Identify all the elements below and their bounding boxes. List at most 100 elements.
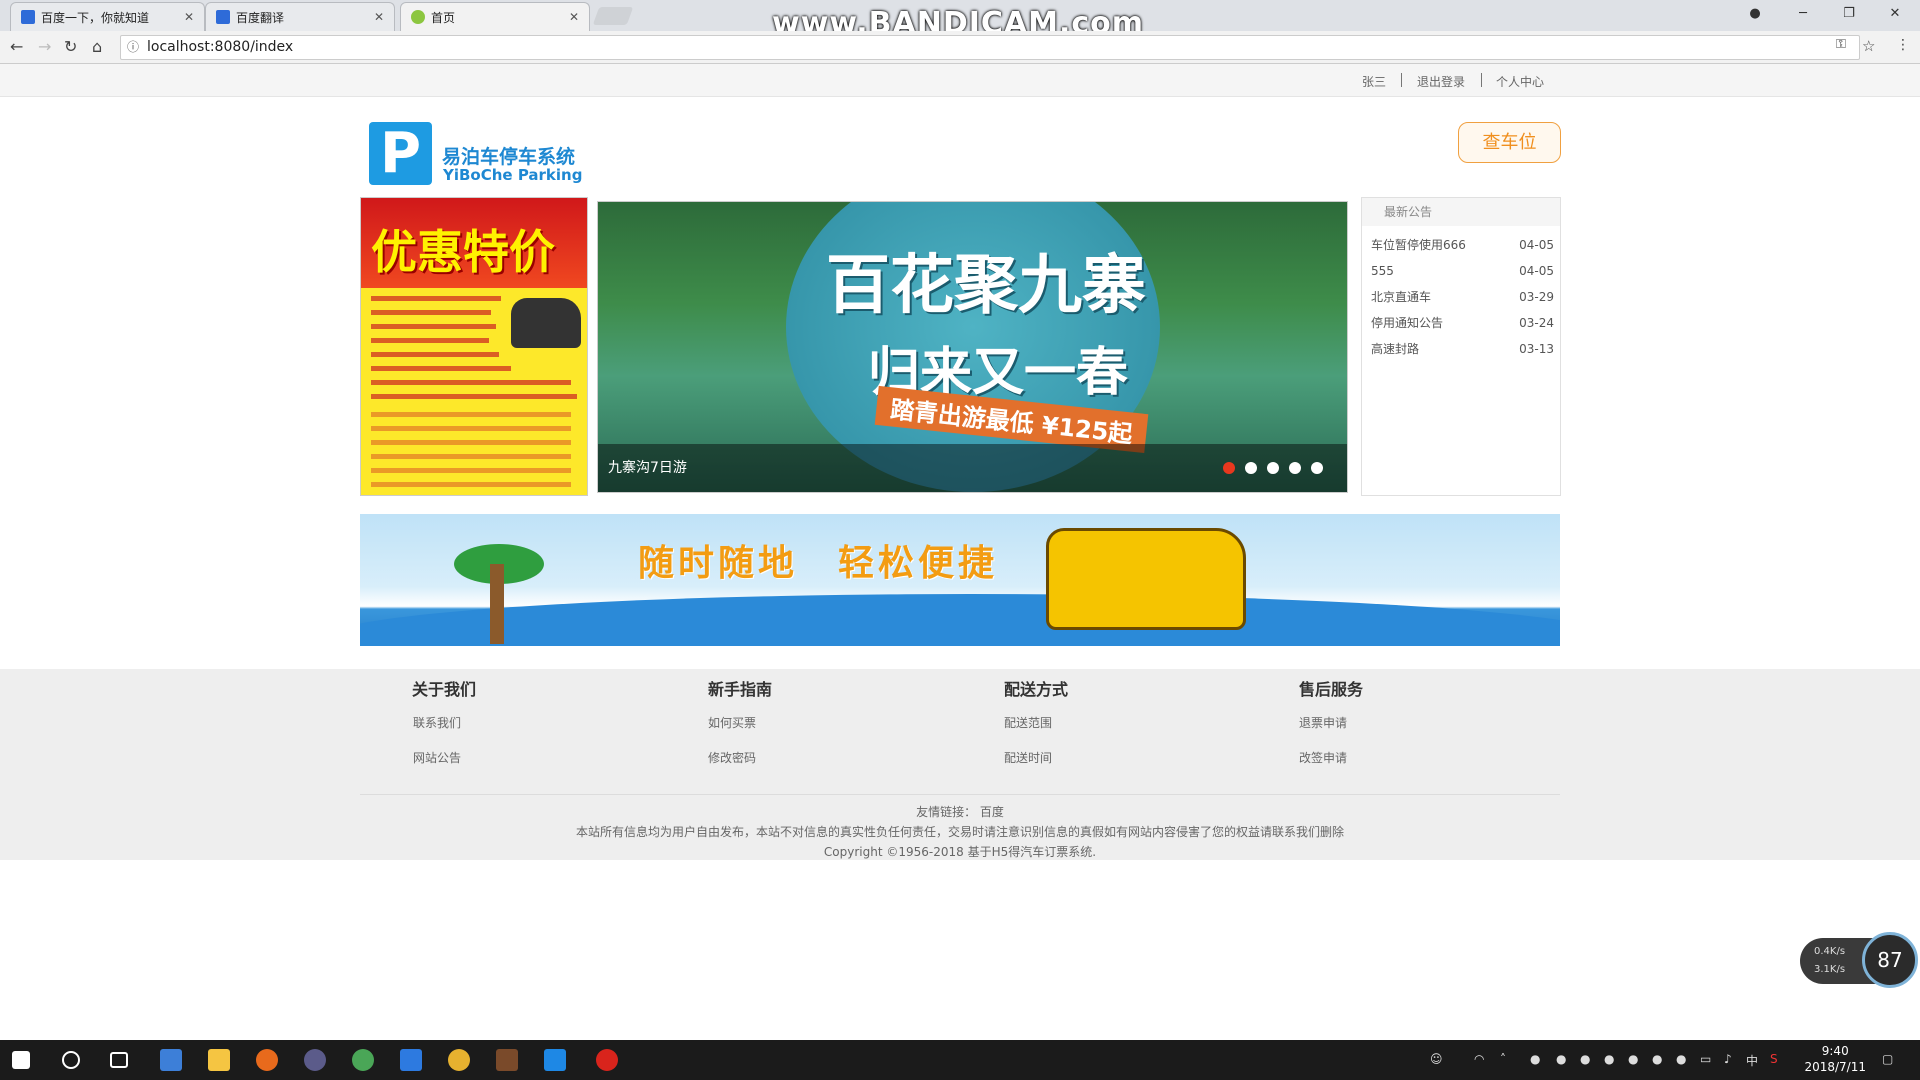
- notice-date: 04-05: [1519, 238, 1554, 252]
- reload-icon[interactable]: ↻: [64, 37, 77, 56]
- promo-text-line: [371, 352, 499, 357]
- browser-tab-home[interactable]: 首页 ✕: [400, 2, 590, 31]
- footer-link-announcement[interactable]: 网站公告: [413, 749, 461, 766]
- bookmark-star-icon[interactable]: ☆: [1862, 37, 1875, 55]
- qq-icon[interactable]: ●: [1530, 1052, 1540, 1066]
- footer-column-delivery: 配送方式: [1004, 676, 1068, 700]
- url-input[interactable]: ⓘ localhost:8080/index: [120, 35, 1860, 60]
- wifi-icon[interactable]: ◠: [1474, 1052, 1484, 1066]
- profile-icon[interactable]: ●: [1732, 0, 1778, 27]
- promo-title: 优惠特价: [371, 225, 555, 279]
- restore-icon[interactable]: ❐: [1826, 0, 1872, 27]
- carousel-dot[interactable]: [1245, 462, 1257, 474]
- system-clock[interactable]: 9:40 2018/7/11: [1804, 1043, 1866, 1075]
- carousel-dot[interactable]: [1267, 462, 1279, 474]
- footer-link-delivery-range[interactable]: 配送范围: [1004, 714, 1052, 731]
- leaf-favicon-icon: [411, 10, 425, 24]
- notice-item[interactable]: 停用通知公告 03-24: [1362, 310, 1560, 336]
- bandicam-record-icon[interactable]: [596, 1049, 618, 1071]
- notice-item[interactable]: 高速封路 03-13: [1362, 336, 1560, 362]
- notification-icon[interactable]: ▢: [1882, 1052, 1893, 1066]
- writer-icon[interactable]: [544, 1049, 566, 1071]
- image-carousel[interactable]: 百花聚九寨 归来又一春 踏青出游最低 ¥125起 九寨沟7日游: [597, 201, 1348, 493]
- notice-item[interactable]: 车位暂停使用666 04-05: [1362, 232, 1560, 258]
- browser-tab-strip: 百度一下，你就知道 ✕ 百度翻译 ✕ 首页 ✕ www.BANDICAM.com…: [0, 0, 1920, 41]
- promo-poster[interactable]: 优惠特价: [360, 197, 588, 496]
- tray-app-icon[interactable]: ●: [1556, 1052, 1566, 1066]
- carousel-indicators: [1223, 462, 1323, 474]
- footer-link-delivery-time[interactable]: 配送时间: [1004, 749, 1052, 766]
- sogou-icon[interactable]: S: [1770, 1052, 1778, 1066]
- notice-item[interactable]: 北京直通车 03-29: [1362, 284, 1560, 310]
- home-icon[interactable]: ⌂: [92, 37, 102, 56]
- app-icon[interactable]: [496, 1049, 518, 1071]
- footer-link-reschedule[interactable]: 改签申请: [1299, 749, 1347, 766]
- ime-indicator[interactable]: 中: [1746, 1052, 1758, 1069]
- footer-copyright: Copyright ©1956-2018 基于H5得汽车订票系统.: [823, 845, 1097, 859]
- carousel-dot[interactable]: [1289, 462, 1301, 474]
- close-icon[interactable]: ✕: [374, 10, 384, 24]
- parking-logo-icon[interactable]: P: [369, 122, 432, 185]
- back-icon[interactable]: ←: [10, 37, 23, 56]
- browser-tab-fanyi[interactable]: 百度翻译 ✕: [205, 2, 395, 31]
- menu-icon[interactable]: ⋮: [1896, 37, 1910, 53]
- search-icon[interactable]: [62, 1051, 80, 1069]
- app-icon[interactable]: [400, 1049, 422, 1071]
- notice-title: 停用通知公告: [1371, 316, 1444, 330]
- promo-banner[interactable]: 随时随地 轻松便捷: [360, 514, 1560, 646]
- divider: [1481, 73, 1482, 87]
- friend-link-baidu[interactable]: 百度: [980, 805, 1004, 819]
- footer-link-howto-buy[interactable]: 如何买票: [708, 714, 756, 731]
- network-monitor-widget[interactable]: 0.4K/s 3.1K/s 87: [1800, 932, 1918, 988]
- footer-link-contact[interactable]: 联系我们: [413, 714, 461, 731]
- key-icon[interactable]: ⚿: [1836, 37, 1846, 52]
- footer-link-change-password[interactable]: 修改密码: [708, 749, 756, 766]
- promo-text-line: [371, 482, 571, 487]
- eclipse-icon[interactable]: [304, 1049, 326, 1071]
- footer-link-refund[interactable]: 退票申请: [1299, 714, 1347, 731]
- tray-app-icon[interactable]: ●: [1676, 1052, 1686, 1066]
- file-explorer-icon[interactable]: [208, 1049, 230, 1071]
- carousel-dot[interactable]: [1223, 462, 1235, 474]
- username-link[interactable]: 张三: [1362, 73, 1386, 90]
- window-close-icon[interactable]: ✕: [1872, 0, 1918, 27]
- people-icon[interactable]: ☺: [1430, 1052, 1443, 1066]
- windows-start-icon[interactable]: [12, 1051, 30, 1069]
- volume-icon[interactable]: ♪: [1724, 1052, 1732, 1066]
- notice-date: 04-05: [1519, 264, 1554, 278]
- tray-app-icon[interactable]: ●: [1604, 1052, 1614, 1066]
- tab-title: 百度翻译: [236, 10, 285, 25]
- chrome-icon[interactable]: [352, 1049, 374, 1071]
- info-icon[interactable]: ⓘ: [127, 36, 139, 59]
- close-icon[interactable]: ✕: [184, 10, 194, 24]
- bus-icon: [1046, 528, 1246, 630]
- firefox-icon[interactable]: [256, 1049, 278, 1071]
- minimize-icon[interactable]: ─: [1780, 0, 1826, 27]
- tray-app-icon[interactable]: ●: [1652, 1052, 1662, 1066]
- mic-icon[interactable]: ●: [1580, 1052, 1590, 1066]
- new-tab-button[interactable]: [592, 7, 634, 25]
- profile-link[interactable]: 个人中心: [1496, 73, 1544, 90]
- logout-link[interactable]: 退出登录: [1417, 73, 1465, 90]
- find-parking-button[interactable]: 查车位: [1458, 122, 1561, 163]
- footer-column-aftersale: 售后服务: [1299, 676, 1363, 700]
- carousel-dot[interactable]: [1311, 462, 1323, 474]
- footer-disclaimer: 本站所有信息均为用户自由发布，本站不对信息的真实性负任何责任，交易时请注意识别信…: [575, 825, 1344, 839]
- promo-text-line: [371, 468, 571, 473]
- chrome-canary-icon[interactable]: [448, 1049, 470, 1071]
- task-view-icon[interactable]: [110, 1052, 128, 1068]
- clock-date: 2018/7/11: [1804, 1060, 1866, 1074]
- computer-app-icon[interactable]: [160, 1049, 182, 1071]
- notice-item[interactable]: 555 04-05: [1362, 258, 1560, 284]
- browser-tab-baidu[interactable]: 百度一下，你就知道 ✕: [10, 2, 205, 31]
- fanyi-favicon-icon: [216, 10, 230, 24]
- forward-icon[interactable]: →: [38, 37, 51, 56]
- promo-text-line: [371, 380, 571, 385]
- chevron-up-icon[interactable]: ˄: [1500, 1052, 1506, 1066]
- promo-text-line: [371, 412, 571, 417]
- promo-text-line: [371, 426, 571, 431]
- slide-caption-text: 九寨沟7日游: [608, 460, 687, 476]
- network-icon[interactable]: ▭: [1700, 1052, 1711, 1066]
- shield-icon[interactable]: ●: [1628, 1052, 1638, 1066]
- close-icon[interactable]: ✕: [569, 10, 579, 24]
